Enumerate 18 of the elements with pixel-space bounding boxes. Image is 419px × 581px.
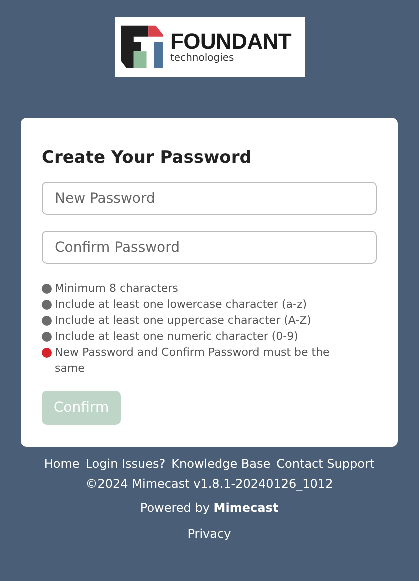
requirement-text: Include at least one uppercase character (A-Z) bbox=[55, 313, 312, 329]
copyright-text: ©2024 Mimecast v1.8.1-20240126_1012 bbox=[86, 477, 334, 491]
footer-link[interactable]: Contact Support bbox=[276, 457, 375, 471]
password-field[interactable]: Confirm Password bbox=[42, 231, 377, 264]
footer-link[interactable]: Home bbox=[44, 457, 80, 471]
footer-link[interactable]: Knowledge Base bbox=[172, 457, 271, 471]
form-title: Create Your Password bbox=[42, 148, 253, 168]
powered-by-text: Powered by Mimecast bbox=[140, 501, 279, 515]
requirement-text: Minimum 8 characters bbox=[55, 281, 178, 297]
logo-tagline: technologies bbox=[170, 52, 236, 64]
logo-name: FOUNDANT bbox=[170, 30, 292, 52]
password-field[interactable]: New Password bbox=[42, 182, 377, 215]
logo-mark-icon bbox=[120, 24, 166, 70]
privacy-link[interactable]: Privacy bbox=[188, 527, 232, 541]
footer-link[interactable]: Login Issues? bbox=[86, 457, 166, 471]
requirement-text: Include at least one lowercase character (a-z) bbox=[55, 297, 308, 313]
requirement-text: New Password and Confirm Password must be the same bbox=[55, 345, 331, 377]
requirement-text: Include at least one numeric character (0-9) bbox=[55, 329, 298, 345]
